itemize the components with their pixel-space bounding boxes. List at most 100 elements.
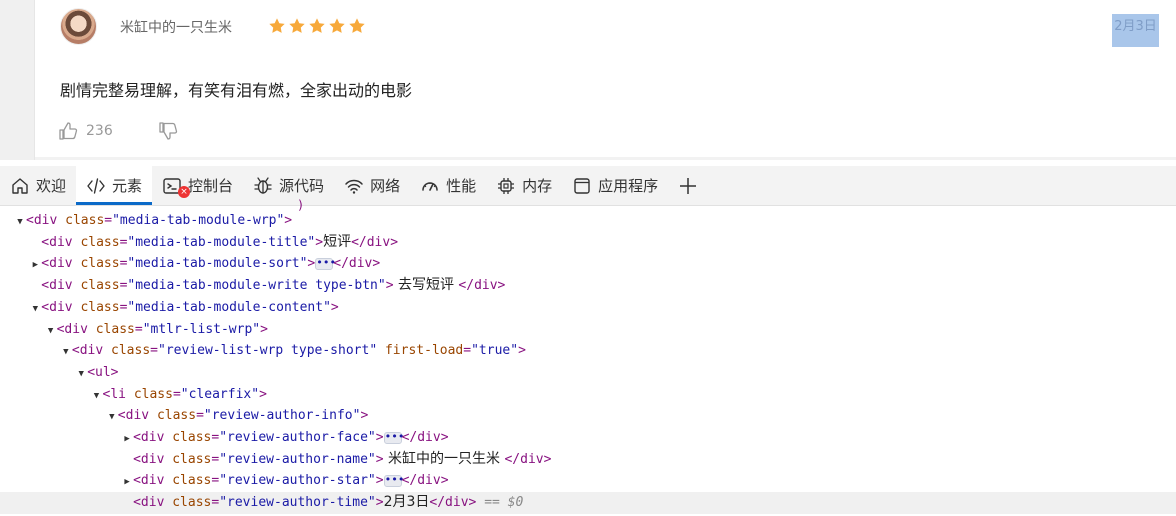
star-icon bbox=[289, 18, 305, 33]
collapse-triangle-icon[interactable]: ▼ bbox=[45, 321, 57, 343]
separator bbox=[35, 157, 1176, 160]
review-author-name[interactable]: 米缸中的一只生米 bbox=[120, 17, 232, 37]
tab-welcome[interactable]: 欢迎 bbox=[0, 166, 76, 205]
tag-close: </div> bbox=[401, 430, 449, 445]
selected-node-marker: == $0 bbox=[484, 495, 524, 511]
dom-node-row[interactable]: ▼ <li class="clearfix"> bbox=[0, 384, 1176, 406]
ellipsis-button[interactable]: ••• bbox=[383, 474, 404, 487]
window-icon bbox=[574, 177, 590, 194]
dislike-button[interactable] bbox=[158, 121, 178, 145]
node-text: 短评 bbox=[323, 233, 352, 250]
attr-value: "review-author-star" bbox=[219, 473, 376, 489]
tag-close: </div> bbox=[401, 473, 449, 489]
tab-label: 元素 bbox=[112, 177, 143, 195]
tag-open: <div bbox=[41, 299, 73, 315]
dom-node-row[interactable]: ▼ <div class="review-author-info"> bbox=[0, 405, 1176, 427]
attr-value: "media-tab-module-content" bbox=[127, 299, 331, 315]
ellipsis-button[interactable]: ••• bbox=[383, 431, 404, 444]
tag-close: </div> bbox=[458, 278, 506, 294]
tag-open: <div bbox=[133, 495, 165, 511]
avatar[interactable] bbox=[60, 8, 97, 45]
tag-open: <div bbox=[117, 408, 150, 424]
dom-node-row[interactable]: ▼ <div class="media-tab-module-wrp"> bbox=[0, 210, 1176, 232]
review-text: 剧情完整易理解，有笑有泪有燃，全家出动的电影 bbox=[60, 81, 413, 100]
tab-label: 源代码 bbox=[279, 177, 325, 195]
attr-name: class bbox=[95, 321, 135, 337]
star-icon bbox=[309, 18, 325, 33]
tag-open: <div bbox=[133, 430, 165, 445]
devtools-tab-strip: 欢迎 元素 × 控制台 源代码 网络 性能 内存 应用程序 bbox=[0, 166, 1176, 206]
tag-close: </div> bbox=[351, 234, 399, 250]
tab-label: 网络 bbox=[370, 177, 401, 195]
tab-application[interactable]: 应用程序 bbox=[562, 166, 668, 205]
attr-value: "review-author-face" bbox=[219, 430, 376, 445]
like-count: 236 bbox=[86, 123, 113, 139]
attr-value: "review-author-time" bbox=[219, 495, 376, 511]
tab-elements[interactable]: 元素 bbox=[76, 166, 153, 205]
node-text: 2月3日 bbox=[383, 494, 430, 511]
review-date: 2月3日 bbox=[1112, 14, 1159, 47]
attr-value: "true" bbox=[471, 343, 519, 359]
dom-node-row[interactable]: ▼ <ul> bbox=[0, 362, 1176, 384]
dom-tree[interactable]: ) ▼ <div class="media-tab-module-wrp"> <di… bbox=[0, 198, 1176, 516]
dom-node-row[interactable]: <div class="review-author-name"> 米缸中的一只生… bbox=[0, 449, 1176, 471]
tag-open: <div bbox=[133, 451, 165, 467]
dom-node-row[interactable]: ▼ <div class="review-list-wrp type-short"… bbox=[0, 340, 1176, 362]
gauge-icon bbox=[422, 181, 438, 191]
attr-name: class bbox=[80, 299, 120, 315]
tag-close: </div> bbox=[429, 495, 477, 511]
collapse-triangle-icon[interactable]: ▼ bbox=[29, 299, 41, 321]
tag-open: <div bbox=[41, 256, 73, 272]
collapse-triangle-icon[interactable]: ▼ bbox=[14, 212, 26, 234]
tag-close: </div> bbox=[504, 451, 552, 467]
collapse-triangle-icon[interactable]: ▼ bbox=[75, 364, 87, 386]
attr-name: class bbox=[80, 234, 120, 250]
dom-node-row[interactable]: ▶ <div class="review-author-face">•••</di… bbox=[0, 427, 1176, 449]
dom-node-row[interactable]: <div class="review-author-time">2月3日</di… bbox=[0, 492, 1176, 514]
attr-name: first-load bbox=[384, 343, 464, 359]
tag-open: <li bbox=[102, 386, 126, 402]
dom-node-row[interactable]: ▼ <div class="media-tab-module-content"> bbox=[0, 297, 1176, 319]
collapse-triangle-icon[interactable]: ▼ bbox=[106, 407, 118, 429]
code-icon bbox=[87, 177, 105, 194]
add-tab-button[interactable] bbox=[668, 166, 708, 205]
collapse-triangle-icon[interactable]: ▼ bbox=[91, 386, 103, 408]
attr-name: class bbox=[80, 256, 120, 272]
attr-name: class bbox=[65, 213, 105, 228]
dom-node-row[interactable]: ▼ <div class="mtlr-list-wrp"> bbox=[0, 319, 1176, 341]
dom-node-row[interactable]: <div class="media-tab-module-write type-… bbox=[0, 275, 1176, 297]
tag-open: <div bbox=[56, 321, 88, 337]
tab-label: 欢迎 bbox=[36, 177, 67, 195]
review-card: 米缸中的一只生米 2月3日 剧情完整易理解，有笑有泪有燃，全家出动的电影 236 bbox=[0, 0, 1176, 160]
tab-performance[interactable]: 性能 bbox=[410, 166, 486, 205]
tab-network[interactable]: 网络 bbox=[334, 166, 410, 205]
tab-console[interactable]: × 控制台 bbox=[152, 166, 243, 205]
expand-triangle-icon[interactable]: ▶ bbox=[121, 429, 133, 451]
like-button[interactable]: 236 bbox=[58, 121, 113, 141]
attr-value: "media-tab-module-title" bbox=[127, 234, 316, 250]
attr-name: class bbox=[111, 343, 151, 359]
dom-node-row[interactable]: <div class="media-tab-module-title">短评</… bbox=[0, 232, 1176, 254]
attr-name: class bbox=[172, 430, 212, 445]
star-icon bbox=[329, 18, 345, 33]
attr-value: "media-tab-module-wrp" bbox=[112, 213, 285, 228]
tag-open: <ul bbox=[87, 364, 111, 380]
dom-node-row[interactable]: ▶ <div class="media-tab-module-sort">•••<… bbox=[0, 253, 1176, 275]
ellipsis-button[interactable]: ••• bbox=[315, 257, 336, 270]
bug-icon bbox=[254, 176, 272, 194]
tab-sources[interactable]: 源代码 bbox=[243, 166, 334, 205]
chip-icon bbox=[498, 177, 515, 194]
tab-label: 应用程序 bbox=[598, 177, 659, 195]
dom-node-row[interactable]: ▶ <div class="review-author-star">•••</di… bbox=[0, 470, 1176, 492]
tag-open: <div bbox=[41, 234, 73, 250]
expand-triangle-icon[interactable]: ▶ bbox=[29, 255, 41, 277]
expand-triangle-icon[interactable]: ▶ bbox=[121, 472, 133, 494]
attr-name: class bbox=[156, 408, 197, 424]
tag-open: <div bbox=[71, 343, 104, 359]
attr-value: "review-list-wrp type-short" bbox=[158, 343, 378, 359]
tab-memory[interactable]: 内存 bbox=[486, 166, 562, 205]
attr-name: class bbox=[133, 386, 173, 402]
node-text: 米缸中的一只生米 bbox=[383, 450, 505, 467]
collapse-triangle-icon[interactable]: ▼ bbox=[60, 342, 72, 364]
star-icon bbox=[349, 18, 365, 33]
